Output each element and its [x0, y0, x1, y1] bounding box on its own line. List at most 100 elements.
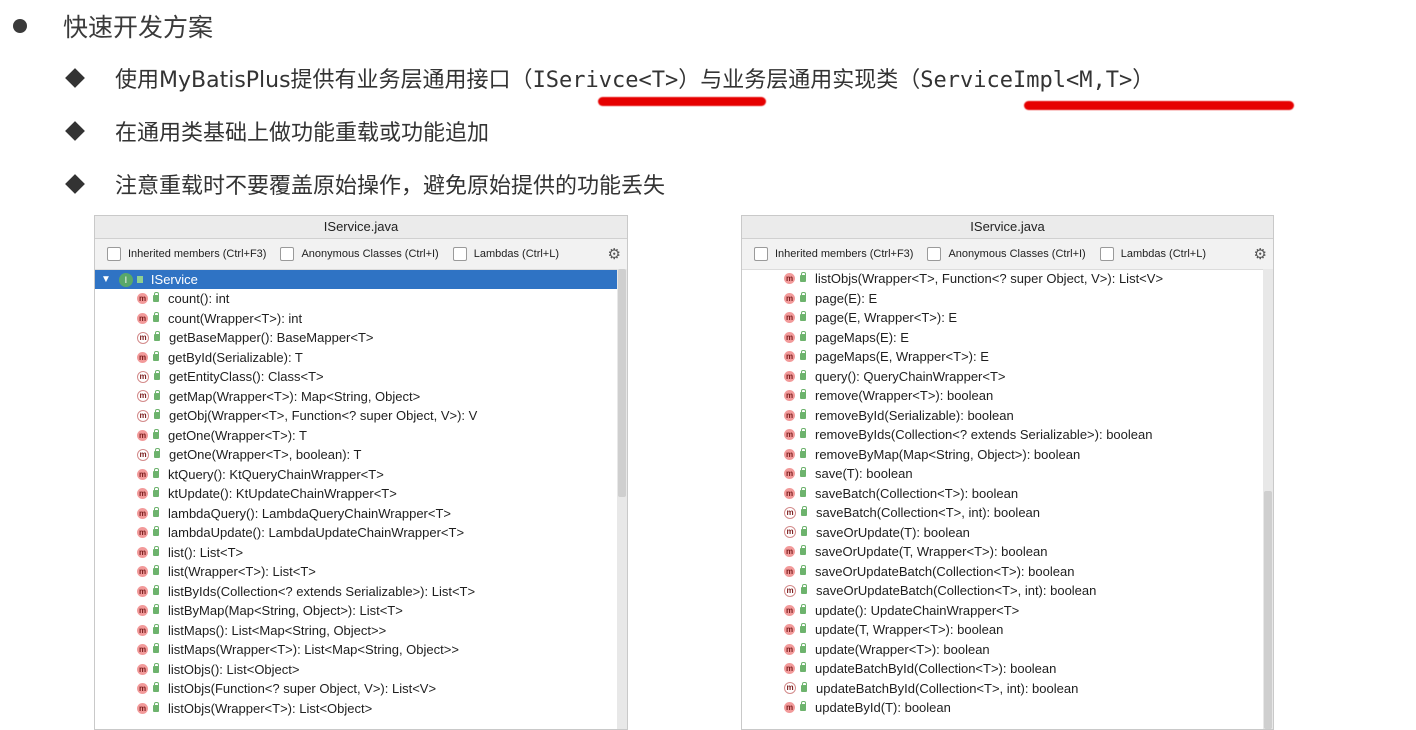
public-access-icon: [154, 389, 160, 400]
method-row[interactable]: m listByMap(Map<String, Object>): List<T>: [137, 601, 627, 621]
method-row[interactable]: m list(Wrapper<T>): List<T>: [137, 562, 627, 582]
point1-code-serviceimpl: ServiceImpl<M,T>: [920, 68, 1133, 93]
public-access-icon: [153, 565, 159, 576]
filter-lambdas[interactable]: Lambdas (Ctrl+L): [1099, 247, 1206, 261]
method-row[interactable]: m ktQuery(): KtQueryChainWrapper<T>: [137, 465, 627, 485]
tree-root-iservice[interactable]: ▼ I IService: [95, 270, 627, 289]
method-row[interactable]: m listByIds(Collection<? extends Serializ…: [137, 582, 627, 602]
scrollbar-right[interactable]: [1263, 269, 1273, 729]
method-row[interactable]: m removeByMap(Map<String, Object>): boole…: [784, 445, 1273, 465]
method-row[interactable]: m updateBatchById(Collection<T>, int): bo…: [784, 679, 1273, 699]
method-row[interactable]: m lambdaQuery(): LambdaQueryChainWrapper<…: [137, 504, 627, 524]
method-row[interactable]: m remove(Wrapper<T>): boolean: [784, 386, 1273, 406]
method-row[interactable]: m list(): List<T>: [137, 543, 627, 563]
checkbox-icon[interactable]: [280, 247, 295, 261]
public-access-icon: [153, 292, 159, 303]
method-row[interactable]: m getById(Serializable): T: [137, 348, 627, 368]
method-row[interactable]: m query(): QueryChainWrapper<T>: [784, 367, 1273, 387]
checkbox-icon[interactable]: [1099, 247, 1114, 261]
method-row[interactable]: m ktUpdate(): KtUpdateChainWrapper<T>: [137, 484, 627, 504]
method-row[interactable]: m removeById(Serializable): boolean: [784, 406, 1273, 426]
method-row[interactable]: m save(T): boolean: [784, 464, 1273, 484]
method-icon: m: [137, 507, 148, 519]
method-row[interactable]: m update(): UpdateChainWrapper<T>: [784, 601, 1273, 621]
method-icon: m: [137, 546, 148, 558]
method-signature: lambdaQuery(): LambdaQueryChainWrapper<T…: [168, 505, 452, 521]
method-row[interactable]: m getEntityClass(): Class<T>: [137, 367, 627, 387]
method-signature: getOne(Wrapper<T>, boolean): T: [169, 447, 362, 463]
scrollbar-left[interactable]: [617, 269, 627, 729]
method-row[interactable]: m saveOrUpdate(T, Wrapper<T>): boolean: [784, 542, 1273, 562]
method-icon: m: [784, 351, 795, 363]
diamond-bullet-icon: [65, 174, 85, 194]
method-row[interactable]: m listMaps(): List<Map<String, Object>>: [137, 621, 627, 641]
abstract-method-icon: m: [137, 448, 149, 461]
method-icon: m: [784, 331, 795, 343]
method-signature: listObjs(Function<? super Object, V>): L…: [168, 681, 437, 697]
method-row[interactable]: m listObjs(): List<Object>: [137, 660, 627, 680]
public-access-icon: [153, 311, 159, 322]
public-access-icon: [153, 487, 159, 498]
scrollbar-thumb[interactable]: [1264, 491, 1272, 729]
abstract-method-icon: m: [137, 331, 149, 344]
method-row[interactable]: m getOne(Wrapper<T>): T: [137, 426, 627, 446]
public-access-icon: [153, 701, 159, 712]
method-signature: query(): QueryChainWrapper<T>: [815, 368, 1006, 384]
method-signature: update(T, Wrapper<T>): boolean: [815, 622, 1004, 638]
method-row[interactable]: m listObjs(Wrapper<T>, Function<? super O…: [784, 269, 1273, 289]
public-access-icon: [800, 603, 806, 614]
method-icon: m: [137, 566, 148, 578]
checkbox-icon[interactable]: [107, 247, 121, 261]
method-row[interactable]: m updateById(T): boolean: [784, 698, 1273, 718]
checkbox-icon[interactable]: [754, 247, 768, 261]
method-row[interactable]: m saveOrUpdateBatch(Collection<T>, int): …: [784, 581, 1273, 601]
public-access-icon: [153, 662, 159, 673]
method-row[interactable]: m count(): int: [137, 289, 627, 309]
scrollbar-thumb[interactable]: [618, 269, 626, 497]
method-row[interactable]: m pageMaps(E): E: [784, 328, 1273, 348]
method-row[interactable]: m listMaps(Wrapper<T>): List<Map<String, …: [137, 640, 627, 660]
gear-icon[interactable]: ⚙: [608, 245, 621, 263]
method-row[interactable]: m update(T, Wrapper<T>): boolean: [784, 620, 1273, 640]
method-row[interactable]: m getMap(Wrapper<T>): Map<String, Object>: [137, 387, 627, 407]
method-row[interactable]: m pageMaps(E, Wrapper<T>): E: [784, 347, 1273, 367]
public-access-icon: [154, 409, 160, 420]
method-row[interactable]: m getOne(Wrapper<T>, boolean): T: [137, 445, 627, 465]
method-row[interactable]: m saveOrUpdate(T): boolean: [784, 523, 1273, 543]
method-row[interactable]: m saveBatch(Collection<T>): boolean: [784, 484, 1273, 504]
method-row[interactable]: m getObj(Wrapper<T>, Function<? super Obj…: [137, 406, 627, 426]
method-row[interactable]: m count(Wrapper<T>): int: [137, 309, 627, 329]
public-access-icon: [153, 682, 159, 693]
method-row[interactable]: m lambdaUpdate(): LambdaUpdateChainWrappe…: [137, 523, 627, 543]
method-row[interactable]: m listObjs(Wrapper<T>): List<Object>: [137, 699, 627, 719]
filter-anonymous[interactable]: Anonymous Classes (Ctrl+I): [280, 247, 439, 261]
method-row[interactable]: m page(E): E: [784, 289, 1273, 309]
method-tree-right: m listObjs(Wrapper<T>, Function<? super O…: [742, 269, 1273, 718]
public-access-icon: [801, 506, 807, 517]
method-icon: m: [137, 702, 148, 714]
method-signature: listMaps(): List<Map<String, Object>>: [168, 622, 387, 638]
method-row[interactable]: m updateBatchById(Collection<T>): boolean: [784, 659, 1273, 679]
method-row[interactable]: m getBaseMapper(): BaseMapper<T>: [137, 328, 627, 348]
filter-anonymous[interactable]: Anonymous Classes (Ctrl+I): [927, 247, 1086, 261]
method-row[interactable]: m listObjs(Function<? super Object, V>): …: [137, 679, 627, 699]
public-access-icon: [800, 564, 806, 575]
method-row[interactable]: m saveOrUpdateBatch(Collection<T>): boole…: [784, 562, 1273, 582]
filter-inherited[interactable]: Inherited members (Ctrl+F3): [107, 247, 266, 261]
checkbox-icon[interactable]: [927, 247, 942, 261]
checkbox-icon[interactable]: [452, 247, 467, 261]
method-signature: page(E): E: [815, 290, 878, 306]
method-row[interactable]: m saveBatch(Collection<T>, int): boolean: [784, 503, 1273, 523]
gear-icon[interactable]: ⚙: [1254, 245, 1267, 263]
chevron-down-icon[interactable]: ▼: [101, 274, 111, 285]
panel-title: IService.java: [742, 216, 1273, 239]
method-row[interactable]: m update(Wrapper<T>): boolean: [784, 640, 1273, 660]
filter-lambdas[interactable]: Lambdas (Ctrl+L): [452, 247, 559, 261]
method-signature: lambdaUpdate(): LambdaUpdateChainWrapper…: [168, 525, 465, 541]
method-row[interactable]: m page(E, Wrapper<T>): E: [784, 308, 1273, 328]
filter-inherited[interactable]: Inherited members (Ctrl+F3): [754, 247, 913, 261]
method-row[interactable]: m removeByIds(Collection<? extends Serial…: [784, 425, 1273, 445]
public-access-icon: [801, 525, 807, 536]
method-icon: m: [784, 663, 795, 675]
method-signature: count(Wrapper<T>): int: [168, 310, 303, 326]
